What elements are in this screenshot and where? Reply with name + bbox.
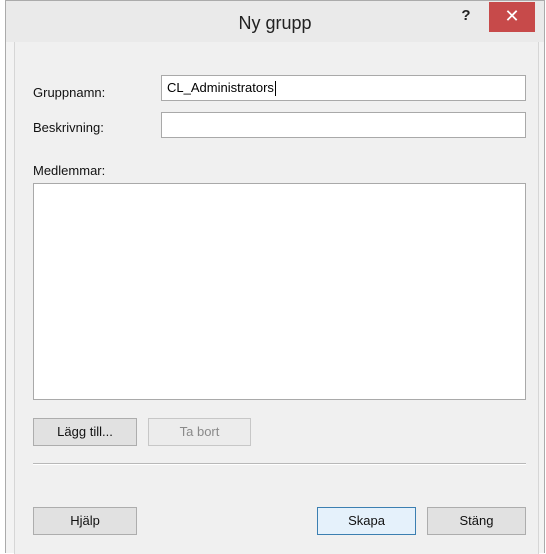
group-name-label: Gruppnamn: <box>33 85 106 100</box>
members-label: Medlemmar: <box>33 163 106 178</box>
remove-member-button[interactable]: Ta bort <box>148 418 251 446</box>
group-name-input[interactable]: CL_Administrators <box>161 75 526 101</box>
separator <box>33 463 526 465</box>
group-name-value: CL_Administrators <box>167 80 274 95</box>
members-listbox[interactable] <box>33 183 526 400</box>
add-member-button[interactable]: Lägg till... <box>33 418 137 446</box>
help-icon[interactable]: ? <box>449 3 483 29</box>
help-button[interactable]: Hjälp <box>33 507 137 535</box>
close-icon[interactable]: ✕ <box>489 2 535 32</box>
dialog-window: Ny grupp ? ✕ Gruppnamn: CL_Administrator… <box>5 0 545 554</box>
title-bar: Ny grupp ? ✕ <box>6 1 544 42</box>
description-label: Beskrivning: <box>33 120 104 135</box>
dialog-body: Gruppnamn: CL_Administrators Beskrivning… <box>14 42 539 554</box>
text-cursor <box>274 81 276 97</box>
create-button[interactable]: Skapa <box>317 507 416 535</box>
description-input[interactable] <box>161 112 526 138</box>
close-dialog-button[interactable]: Stäng <box>427 507 526 535</box>
